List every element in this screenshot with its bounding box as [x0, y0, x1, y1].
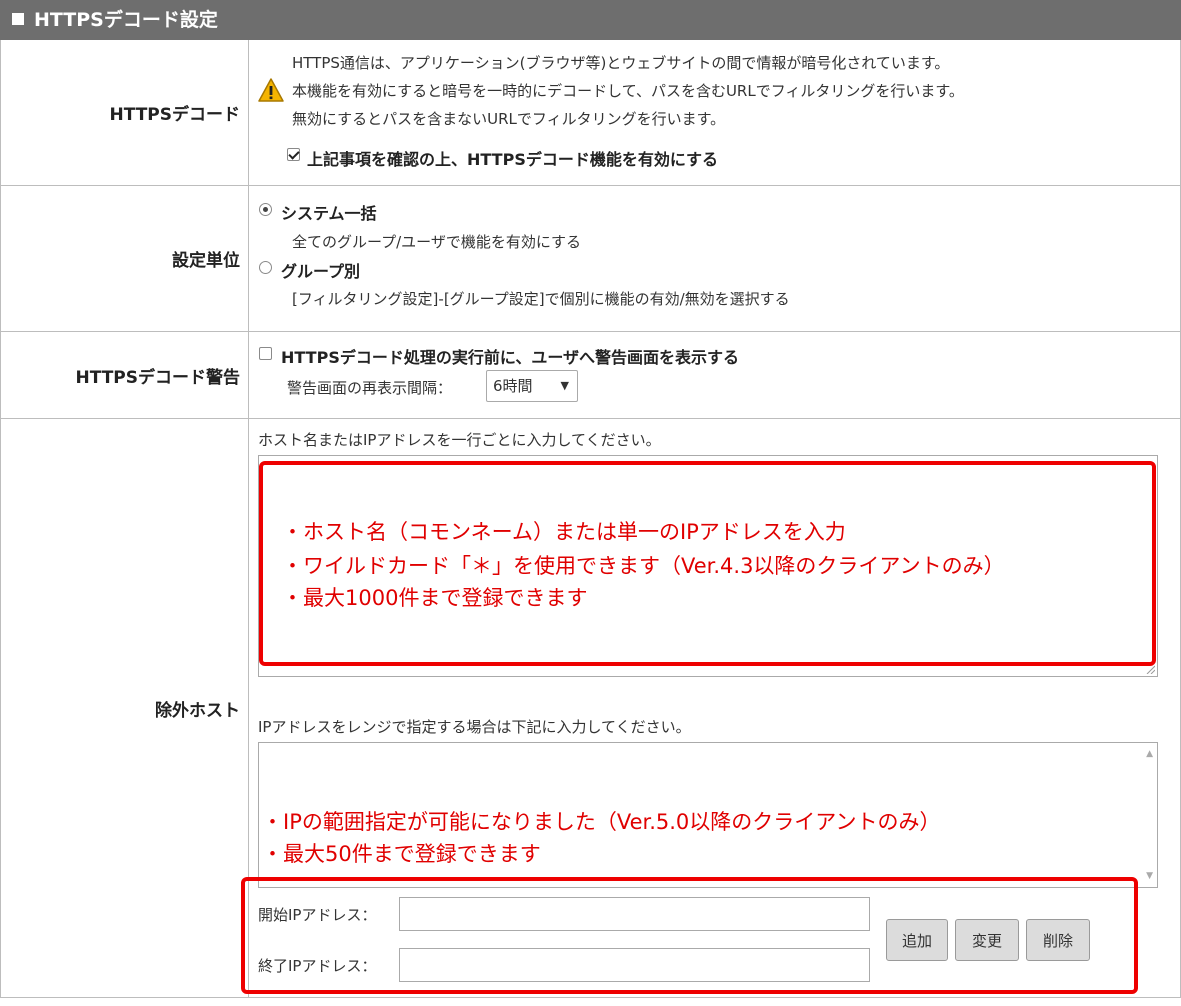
interval-label: 警告画面の再表示間隔：	[287, 379, 453, 397]
scroll-up-icon[interactable]: ▲	[1146, 749, 1153, 759]
desc-line-1: HTTPS通信は、アプリケーション(ブラウザ等)とウェブサイトの間で情報が暗号化…	[292, 54, 950, 72]
range-instruction: IPアドレスをレンジで指定する場合は下記に入力してください。	[258, 718, 691, 736]
annotation-range-line-2: ・最大50件まで登録できます	[262, 842, 541, 866]
radio-system-wide-label[interactable]: システム一括	[281, 200, 377, 224]
section-title: HTTPSデコード設定	[34, 9, 218, 31]
radio-per-group-label[interactable]: グループ別	[281, 258, 360, 282]
annotation-hosts-line-3: ・最大1000件まで登録できます	[282, 586, 588, 610]
interval-select[interactable]: 6時間 ▼	[486, 370, 578, 402]
warning-triangle-icon	[258, 78, 284, 102]
radio-per-group[interactable]	[259, 261, 272, 274]
desc-line-3: 無効にするとパスを含まないURLでフィルタリングを行います。	[292, 110, 726, 128]
square-bullet-icon	[12, 13, 24, 25]
show-warning-checkbox[interactable]	[259, 347, 272, 360]
row-label: HTTPSデコード	[1, 40, 249, 185]
show-warning-label[interactable]: HTTPSデコード処理の実行前に、ユーザへ警告画面を表示する	[281, 344, 739, 368]
row-https-decode: HTTPSデコード HTTPS通信は、アプリケーション(ブラウザ等)とウェブサイ…	[1, 40, 1180, 186]
annotation-range-line-1: ・IPの範囲指定が可能になりました（Ver.5.0以降のクライアントのみ）	[262, 810, 941, 834]
interval-value: 6時間	[493, 377, 533, 395]
hosts-instruction: ホスト名またはIPアドレスを一行ごとに入力してください。	[258, 431, 661, 449]
annotation-hosts-line-2: ・ワイルドカード「＊」を使用できます（Ver.4.3以降のクライアントのみ）	[282, 554, 1005, 578]
section-header: HTTPSデコード設定	[0, 0, 1181, 40]
row-label: 除外ホスト	[1, 419, 249, 998]
radio-system-wide-desc: 全てのグループ/ユーザで機能を有効にする	[292, 233, 582, 251]
annotation-hosts-line-1: ・ホスト名（コモンネーム）または単一のIPアドレスを入力	[282, 520, 846, 544]
enable-decode-label[interactable]: 上記事項を確認の上、HTTPSデコード機能を有効にする	[307, 146, 718, 170]
row-decode-warning: HTTPSデコード警告 HTTPSデコード処理の実行前に、ユーザへ警告画面を表示…	[1, 332, 1180, 419]
start-ip-label: 開始IPアドレス：	[258, 906, 377, 924]
chevron-down-icon: ▼	[560, 379, 569, 392]
edit-button[interactable]: 変更	[955, 919, 1019, 961]
range-buttons: 追加 変更 削除	[886, 919, 1090, 961]
desc-line-2: 本機能を有効にすると暗号を一時的にデコードして、パスを含むURLでフィルタリング…	[292, 82, 964, 100]
resize-grip-icon[interactable]	[1145, 664, 1155, 674]
add-button[interactable]: 追加	[886, 919, 948, 961]
end-ip-label: 終了IPアドレス：	[258, 957, 377, 975]
scroll-down-icon[interactable]: ▼	[1146, 871, 1153, 881]
row-exclude-hosts: 除外ホスト ホスト名またはIPアドレスを一行ごとに入力してください。 IPアドレ…	[1, 419, 1180, 998]
row-label: HTTPSデコード警告	[1, 332, 249, 418]
end-ip-input[interactable]	[399, 948, 870, 982]
row-setting-unit: 設定単位 システム一括 全てのグループ/ユーザで機能を有効にする グループ別 […	[1, 186, 1180, 332]
delete-button[interactable]: 削除	[1026, 919, 1090, 961]
start-ip-input[interactable]	[399, 897, 870, 931]
row-label: 設定単位	[1, 186, 249, 331]
enable-decode-checkbox[interactable]	[287, 148, 300, 161]
radio-system-wide[interactable]	[259, 203, 272, 216]
radio-per-group-desc: [フィルタリング設定]-[グループ設定]で個別に機能の有効/無効を選択する	[292, 290, 790, 308]
